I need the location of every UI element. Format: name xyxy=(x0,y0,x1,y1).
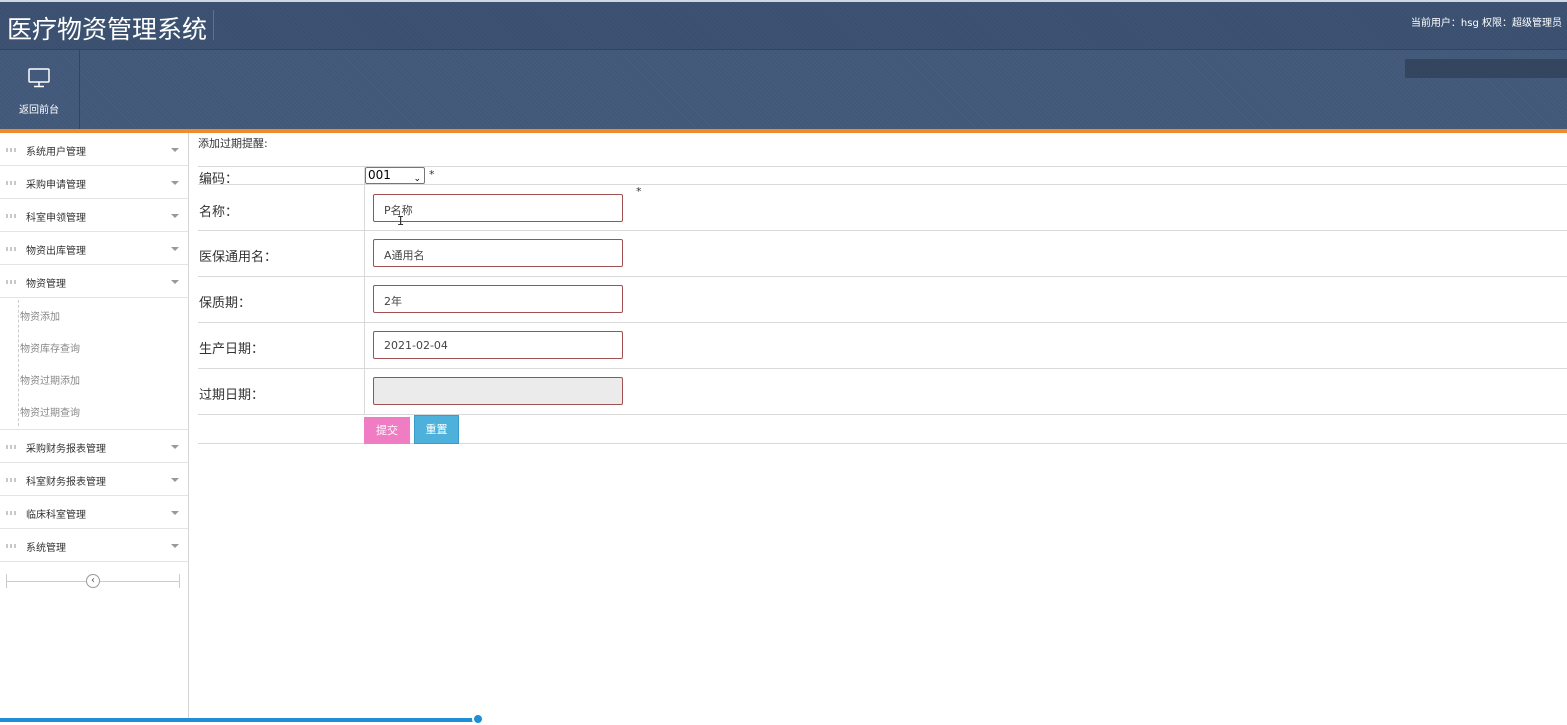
sidebar-item-system-users[interactable]: 系统用户管理 xyxy=(0,133,188,166)
column-divider xyxy=(364,231,365,276)
code-select[interactable]: 001 ⌄ xyxy=(365,167,425,184)
expiry-date-label: 过期日期： xyxy=(199,388,265,403)
chevron-down-icon xyxy=(171,445,179,449)
insurance-name-input[interactable]: A通用名 xyxy=(373,239,623,267)
sidebar-item-label: 物资出库管理 xyxy=(26,246,86,257)
code-select-value: 001 xyxy=(368,168,391,182)
column-divider xyxy=(364,185,365,230)
expiry-form: 编码： 001 ⌄ * 名称： P名称 * 医保通用名： A通用名 保质期： 2… xyxy=(198,166,1567,444)
submenu-guide-line xyxy=(18,300,19,426)
chevron-down-icon xyxy=(171,478,179,482)
submenu-item-stock-query[interactable]: 物资库存查询 xyxy=(20,340,80,355)
form-row-code: 编码： 001 ⌄ * xyxy=(198,167,1567,187)
sidebar-item-supplies[interactable]: 物资管理 xyxy=(0,265,188,298)
chevron-down-icon xyxy=(171,247,179,251)
chevron-down-icon xyxy=(171,148,179,152)
name-label: 名称： xyxy=(199,205,239,220)
user-info: 当前用户：hsg 权限：超级管理员 xyxy=(1410,18,1562,29)
progress-fill xyxy=(0,718,478,722)
chevron-down-icon xyxy=(171,544,179,548)
text-cursor-icon: I xyxy=(397,214,405,228)
required-mark: * xyxy=(636,185,642,198)
back-to-front-label: 返回前台 xyxy=(19,105,59,116)
sidebar-item-purchase-finance[interactable]: 采购财务报表管理 xyxy=(0,430,188,463)
collapse-bar-cap xyxy=(6,574,7,588)
page-title: 添加过期提醒: xyxy=(198,137,268,150)
form-row-production-date: 生产日期： 2021-02-04 xyxy=(198,323,1567,369)
sidebar-item-label: 系统管理 xyxy=(26,543,66,554)
production-date-input[interactable]: 2021-02-04 xyxy=(373,331,623,359)
chevron-down-icon xyxy=(171,511,179,515)
sidebar-item-label: 系统用户管理 xyxy=(26,147,86,158)
collapse-bar-cap xyxy=(179,574,180,588)
grip-icon xyxy=(6,181,18,185)
sidebar-item-purchase-requests[interactable]: 采购申请管理 xyxy=(0,166,188,199)
column-divider xyxy=(364,323,365,368)
monitor-icon xyxy=(28,68,50,88)
progress-handle[interactable] xyxy=(472,713,484,725)
toolbar: 返回前台 xyxy=(0,49,1567,130)
submenu-item-add-supply[interactable]: 物资添加 xyxy=(20,308,60,323)
form-row-insurance-name: 医保通用名： A通用名 xyxy=(198,231,1567,277)
submit-button[interactable]: 提交 xyxy=(364,417,410,444)
name-input[interactable]: P名称 xyxy=(373,194,623,222)
sidebar-item-clinical-departments[interactable]: 临床科室管理 xyxy=(0,496,188,529)
expiry-date-input[interactable] xyxy=(373,377,623,405)
toolbar-search-box[interactable] xyxy=(1405,59,1567,78)
sidebar-item-system-management[interactable]: 系统管理 xyxy=(0,529,188,562)
chevron-down-icon xyxy=(171,280,179,284)
grip-icon xyxy=(6,478,18,482)
grip-icon xyxy=(6,511,18,515)
sidebar-item-label: 物资管理 xyxy=(26,279,66,290)
sidebar: 系统用户管理 采购申请管理 科室申领管理 物资出库管理 物资管理 物资添加 物资… xyxy=(0,133,189,722)
header-bar: 医疗物资管理系统 当前用户：hsg 权限：超级管理员 xyxy=(0,0,1567,49)
grip-icon xyxy=(6,445,18,449)
shelf-life-input[interactable]: 2年 xyxy=(373,285,623,313)
column-divider xyxy=(364,277,365,322)
grip-icon xyxy=(6,280,18,284)
supplies-submenu: 物资添加 物资库存查询 物资过期添加 物资过期查询 xyxy=(0,298,188,430)
production-date-label: 生产日期： xyxy=(199,342,265,357)
sidebar-item-label: 采购申请管理 xyxy=(26,180,86,191)
column-divider xyxy=(364,369,365,414)
submenu-item-expiry-add[interactable]: 物资过期添加 xyxy=(20,372,80,387)
sidebar-item-department-claims[interactable]: 科室申领管理 xyxy=(0,199,188,232)
submenu-item-expiry-query[interactable]: 物资过期查询 xyxy=(20,404,80,419)
shelf-life-label: 保质期： xyxy=(199,296,252,311)
title-divider xyxy=(213,10,214,40)
chevron-down-icon xyxy=(171,181,179,185)
grip-icon xyxy=(6,247,18,251)
reset-button[interactable]: 重置 xyxy=(414,415,459,444)
chevron-down-icon xyxy=(171,214,179,218)
form-row-shelf-life: 保质期： 2年 xyxy=(198,277,1567,323)
sidebar-item-label: 采购财务报表管理 xyxy=(26,444,106,455)
sidebar-item-label: 科室申领管理 xyxy=(26,213,86,224)
sidebar-collapse-bar: ‹ xyxy=(6,574,180,588)
form-row-expiry-date: 过期日期： xyxy=(198,369,1567,415)
sidebar-item-label: 科室财务报表管理 xyxy=(26,477,106,488)
insurance-name-label: 医保通用名： xyxy=(199,250,278,265)
sidebar-item-label: 临床科室管理 xyxy=(26,510,86,521)
required-mark: * xyxy=(429,168,435,181)
grip-icon xyxy=(6,544,18,548)
sidebar-item-outbound[interactable]: 物资出库管理 xyxy=(0,232,188,265)
sidebar-item-department-finance[interactable]: 科室财务报表管理 xyxy=(0,463,188,496)
form-row-actions: 提交 重置 xyxy=(198,415,1567,444)
grip-icon xyxy=(6,214,18,218)
app-title: 医疗物资管理系统 xyxy=(7,15,208,44)
chevron-left-icon[interactable]: ‹ xyxy=(86,574,100,588)
back-to-front-button[interactable]: 返回前台 xyxy=(0,50,80,130)
grip-icon xyxy=(6,148,18,152)
